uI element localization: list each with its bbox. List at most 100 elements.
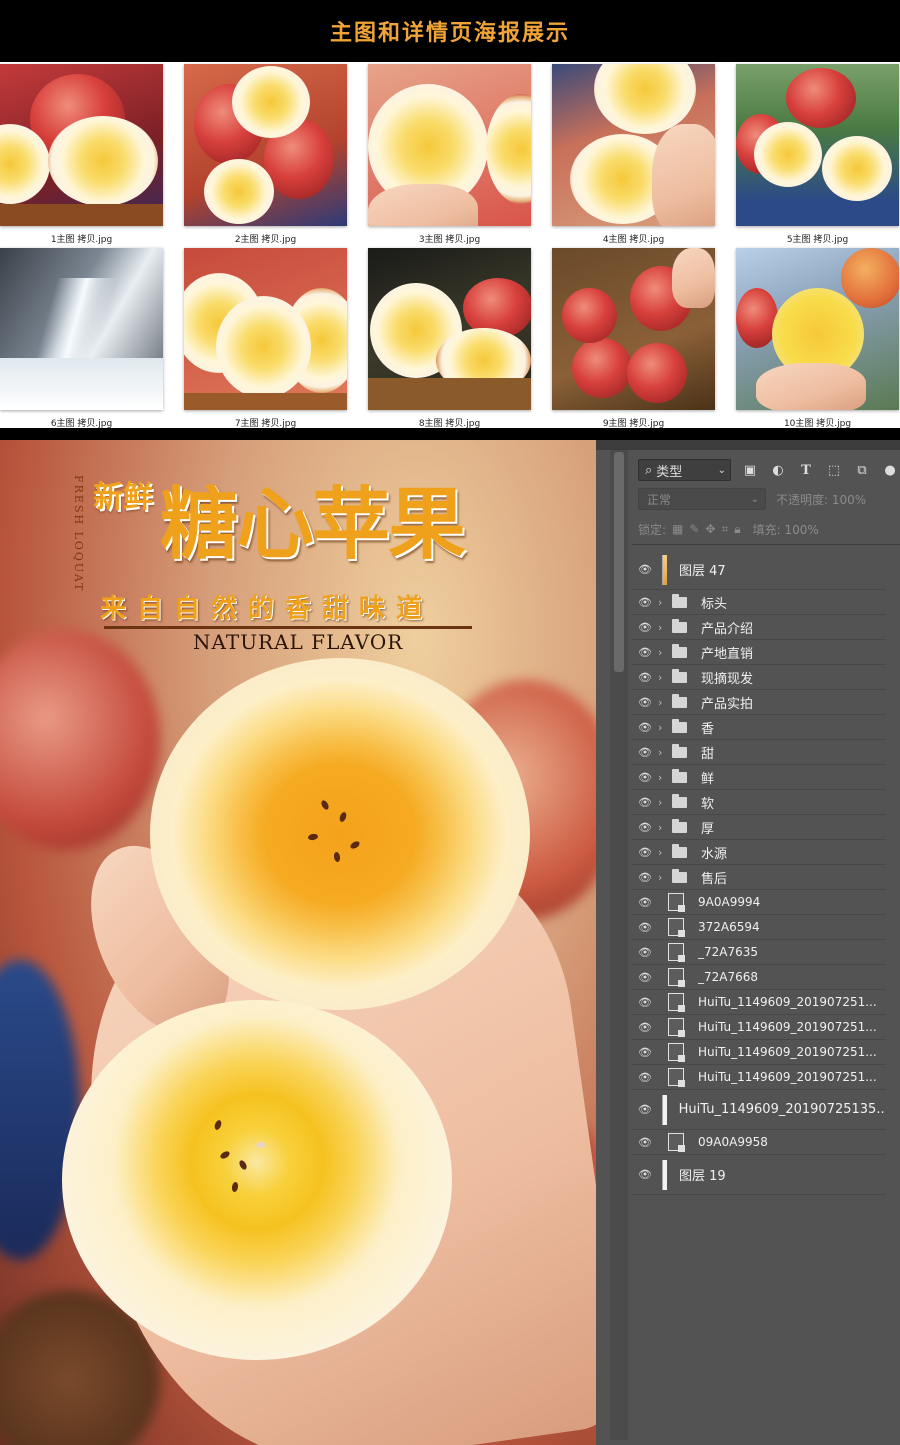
visibility-eye-icon[interactable]: 👁︎ (632, 796, 658, 809)
image-filter-icon[interactable]: ▣ (741, 461, 759, 479)
expand-chevron-icon[interactable]: › (658, 796, 672, 809)
layer-filter-dropdown[interactable]: ⌕ 类型 ⌄ (638, 459, 731, 481)
expand-chevron-icon[interactable]: › (658, 596, 672, 609)
layer-row[interactable]: 👁︎ HuiTu_1149609_201907251... (632, 1040, 886, 1065)
layer-row[interactable]: 👁︎ HuiTu_1149609_201907251... (632, 1015, 886, 1040)
poster-title: 糖心苹果 (160, 479, 466, 570)
visibility-eye-icon[interactable]: 👁︎ (632, 646, 658, 659)
layer-row[interactable]: 👁︎ › 产品实拍 (632, 690, 886, 715)
visibility-eye-icon[interactable]: 👁︎ (632, 1046, 658, 1059)
thumbnail-7[interactable]: 7主图 拷贝.jpg (184, 248, 347, 429)
thumbnail-10[interactable]: 10主图 拷贝.jpg (736, 248, 899, 429)
visibility-eye-icon[interactable]: 👁︎ (632, 746, 658, 759)
opacity-field[interactable]: 不透明度: 100% (776, 491, 866, 508)
visibility-eye-icon[interactable]: 👁︎ (632, 921, 658, 934)
layer-row[interactable]: 👁︎ HuiTu_1149609_20190725135... (632, 1090, 886, 1130)
apple-slice-top (150, 658, 530, 1010)
expand-chevron-icon[interactable]: › (658, 646, 672, 659)
visibility-eye-icon[interactable]: 👁︎ (632, 1021, 658, 1034)
visibility-eye-icon[interactable]: 👁︎ (632, 696, 658, 709)
thumbnail-4[interactable]: 4主图 拷贝.jpg (552, 64, 715, 245)
lock-artboard-icon[interactable]: ⌗ (722, 522, 729, 537)
layer-row[interactable]: 👁︎ HuiTu_1149609_201907251... (632, 990, 886, 1015)
thumbnail-6[interactable]: 6主图 拷贝.jpg (0, 248, 163, 429)
expand-chevron-icon[interactable]: › (658, 721, 672, 734)
panel-scrollbar-thumb[interactable] (614, 452, 624, 672)
layer-row[interactable]: 👁︎ _72A7668 (632, 965, 886, 990)
layer-row[interactable]: 👁︎ › 香 (632, 715, 886, 740)
layer-row[interactable]: 👁︎ › 产地直销 (632, 640, 886, 665)
layer-row[interactable]: 👁︎ 图层 19 (632, 1155, 886, 1195)
apple-slice-bottom (62, 1000, 452, 1360)
layer-name: 水源 (701, 846, 728, 862)
visibility-eye-icon[interactable]: 👁︎ (632, 1071, 658, 1084)
visibility-eye-icon[interactable]: 👁︎ (632, 1136, 658, 1149)
thumbnail-caption: 7主图 拷贝.jpg (234, 419, 297, 429)
fill-field[interactable]: 填充: 100% (753, 521, 819, 538)
thumbnail-3[interactable]: 3主图 拷贝.jpg (368, 64, 531, 245)
lock-position-icon[interactable]: ✥ (705, 522, 715, 536)
layer-row[interactable]: 👁︎ › 标头 (632, 590, 886, 615)
smart-object-icon (668, 968, 685, 987)
visibility-eye-icon[interactable]: 👁︎ (632, 946, 658, 959)
visibility-eye-icon[interactable]: 👁︎ (632, 1168, 658, 1181)
chevron-down-icon: ⌄ (717, 464, 726, 476)
expand-chevron-icon[interactable]: › (658, 671, 672, 684)
adjustment-filter-icon[interactable]: ◐ (769, 461, 787, 479)
folder-icon (672, 618, 687, 633)
visibility-eye-icon[interactable]: 👁︎ (632, 621, 658, 634)
layer-row[interactable]: 👁︎ › 鲜 (632, 765, 886, 790)
visibility-eye-icon[interactable]: 👁︎ (632, 1103, 658, 1116)
layer-name: 香 (701, 721, 715, 737)
layer-row[interactable]: 👁︎ › 水源 (632, 840, 886, 865)
lock-all-icon[interactable]: 🔒︎ (734, 522, 740, 537)
thumbnail-5[interactable]: 5主图 拷贝.jpg (736, 64, 899, 245)
visibility-eye-icon[interactable]: 👁︎ (632, 821, 658, 834)
type-filter-icon[interactable]: T (797, 461, 815, 479)
lock-pixels-icon[interactable]: ✎ (689, 522, 699, 536)
shape-filter-icon[interactable]: ⬚ (825, 461, 843, 479)
layer-row[interactable]: 👁︎ › 厚 (632, 815, 886, 840)
lock-transparency-icon[interactable]: ▦ (672, 522, 683, 536)
lock-label: 锁定: (638, 522, 667, 537)
thumbnail-2[interactable]: 2主图 拷贝.jpg (184, 64, 347, 245)
thumbnail-1[interactable]: 1主图 拷贝.jpg (0, 64, 163, 245)
expand-chevron-icon[interactable]: › (658, 746, 672, 759)
visibility-eye-icon[interactable]: 👁︎ (632, 871, 658, 884)
layer-row[interactable]: 👁︎ › 软 (632, 790, 886, 815)
layer-row[interactable]: 👁︎ 372A6594 (632, 915, 886, 940)
layer-row[interactable]: 👁︎ 9A0A9994 (632, 890, 886, 915)
layer-row[interactable]: 👁︎ 09A0A9958 (632, 1130, 886, 1155)
expand-chevron-icon[interactable]: › (658, 846, 672, 859)
visibility-eye-icon[interactable]: 👁︎ (632, 671, 658, 684)
smart-object-filter-icon[interactable]: ⧉ (853, 461, 871, 479)
layer-row[interactable]: 👁︎ _72A7635 (632, 940, 886, 965)
smart-object-icon (668, 1018, 685, 1037)
layer-row[interactable]: 👁︎ › 甜 (632, 740, 886, 765)
visibility-eye-icon[interactable]: 👁︎ (632, 721, 658, 734)
expand-chevron-icon[interactable]: › (658, 871, 672, 884)
layer-row[interactable]: 👁︎ HuiTu_1149609_201907251... (632, 1065, 886, 1090)
layer-row[interactable]: 👁︎ 图层 47 (632, 550, 886, 590)
expand-chevron-icon[interactable]: › (658, 771, 672, 784)
filter-toggle-icon[interactable]: ● (881, 461, 899, 479)
visibility-eye-icon[interactable]: 👁︎ (632, 971, 658, 984)
expand-chevron-icon[interactable]: › (658, 696, 672, 709)
visibility-eye-icon[interactable]: 👁︎ (632, 771, 658, 784)
visibility-eye-icon[interactable]: 👁︎ (632, 846, 658, 859)
folder-icon (672, 718, 687, 733)
expand-chevron-icon[interactable]: › (658, 821, 672, 834)
blend-mode-value: 正常 (647, 492, 672, 507)
visibility-eye-icon[interactable]: 👁︎ (632, 596, 658, 609)
layer-row[interactable]: 👁︎ › 产品介绍 (632, 615, 886, 640)
thumbnail-9[interactable]: 9主图 拷贝.jpg (552, 248, 715, 429)
layer-row[interactable]: 👁︎ › 售后 (632, 865, 886, 890)
thumbnail-8[interactable]: 8主图 拷贝.jpg (368, 248, 531, 429)
expand-chevron-icon[interactable]: › (658, 621, 672, 634)
visibility-eye-icon[interactable]: 👁︎ (632, 896, 658, 909)
layer-row[interactable]: 👁︎ › 现摘现发 (632, 665, 886, 690)
visibility-eye-icon[interactable]: 👁︎ (632, 563, 658, 576)
blend-mode-select[interactable]: 正常 ⌄ (638, 488, 766, 510)
thumbnail-image (736, 248, 899, 410)
visibility-eye-icon[interactable]: 👁︎ (632, 996, 658, 1009)
